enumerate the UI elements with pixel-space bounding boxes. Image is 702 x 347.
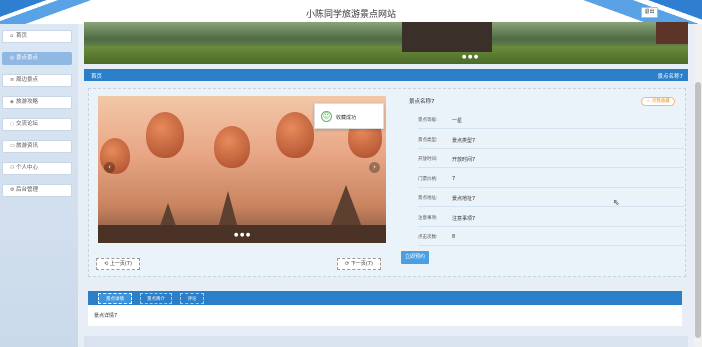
info-value: 开放时间7 <box>452 157 476 163</box>
info-row: 景点类型: 景点类型7 <box>418 132 684 149</box>
sidebar-item-1[interactable]: ◎ 景点景点 <box>2 52 72 65</box>
info-row: 开放时间: 开放时间7 <box>418 151 684 168</box>
sidebar-item-label: 景点景点 <box>16 55 39 61</box>
sidebar-item-label: 周边景点 <box>16 77 39 83</box>
info-value: 7 <box>452 175 456 182</box>
sidebar-item-label: 个人中心 <box>16 165 39 171</box>
info-label: 景点类型: <box>418 137 438 143</box>
info-row: 注意事项: 注意事项7 <box>418 210 684 227</box>
carousel-pager[interactable]: ● ● ● <box>234 232 250 238</box>
info-value: 景点地址7 <box>452 196 476 202</box>
smile-icon: ☺ <box>321 111 332 122</box>
carousel-prev-arrow-icon[interactable]: ‹ <box>104 162 115 173</box>
logout-button[interactable]: 退出 <box>641 7 658 18</box>
sidebar-item-label: 后台管理 <box>16 187 39 193</box>
scrollbar-thumb[interactable] <box>695 82 701 338</box>
breadcrumb: 首页 景点名称7 <box>84 69 688 81</box>
footer <box>84 336 688 347</box>
info-label: 景点地址: <box>418 196 438 201</box>
sidebar-item-7[interactable]: ⚙ 后台管理 <box>2 184 72 197</box>
scrollbar[interactable] <box>694 24 702 347</box>
info-label: 注意事项: <box>418 215 438 221</box>
site-title: 小陈同学旅游景点网站 <box>305 10 396 20</box>
sidebar-item-label: 交流论坛 <box>16 121 39 127</box>
sidebar-item-5[interactable]: ▭旅游资讯 <box>2 140 72 153</box>
tab-1[interactable]: 景点简介 <box>140 293 172 304</box>
info-label: 门票价格: <box>418 176 438 182</box>
top-header: 小陈同学旅游景点网站 退出 <box>0 0 702 24</box>
sidebar-item-label: 首页 <box>16 33 28 39</box>
detail-tabs: 景点详情 景点简介 评论 景点详情7 <box>88 291 682 326</box>
info-label: 景点等级: <box>418 118 438 123</box>
breadcrumb-home[interactable]: 首页 <box>91 72 102 80</box>
book-now-button[interactable]: 立即预约 <box>401 251 429 264</box>
success-toast: ☺ 收藏成功 <box>314 103 384 129</box>
sidebar-item-6[interactable]: ⚇ 个人中心 <box>2 162 72 175</box>
info-value: 8 <box>452 234 456 240</box>
mouse-cursor-icon: ⇖ <box>613 198 620 207</box>
sidebar-item-2[interactable]: ≡ 周边景点 <box>2 74 72 87</box>
info-value: 一星 <box>452 118 463 124</box>
next-page-button[interactable]: ⟳ 下一页(7) <box>337 258 381 270</box>
banner-image: ● ● ● <box>84 22 688 64</box>
info-label: 开放时间: <box>418 157 438 162</box>
sidebar-item-4[interactable]: ◌ 交流论坛 <box>2 118 72 131</box>
tab-0[interactable]: 景点详情 <box>98 293 132 304</box>
banner-pager[interactable]: ● ● ● <box>462 54 478 60</box>
breadcrumb-current: 景点名称7 <box>657 74 684 80</box>
info-value: 景点类型7 <box>452 137 476 144</box>
toast-message: 收藏成功 <box>336 115 357 121</box>
scenic-title: 景点名称7 <box>409 99 435 105</box>
collect-button[interactable]: ☆ 点我收藏 <box>641 97 675 106</box>
carousel-next-arrow-icon[interactable]: › <box>369 162 380 173</box>
info-row: 景点等级: 一星 <box>418 112 684 129</box>
sidebar-item-0[interactable]: ⌂ 首页 <box>2 30 72 43</box>
prev-page-button[interactable]: ⟲ 上一页(7) <box>96 258 140 270</box>
sidebar-item-3[interactable]: ◈ 旅游攻略 <box>2 96 72 109</box>
info-row: 门票价格: 7 <box>418 171 684 188</box>
sidebar-item-label: 旅游攻略 <box>16 99 39 105</box>
info-row: 点击次数: 8 <box>418 229 684 246</box>
info-row: 景点地址: 景点地址7 <box>418 190 684 207</box>
tab-2[interactable]: 评论 <box>180 293 204 304</box>
info-value: 注意事项7 <box>452 215 476 222</box>
tab-content: 景点详情7 <box>94 313 118 319</box>
info-label: 点击次数: <box>418 235 438 240</box>
sidebar-item-label: 旅游资讯 <box>16 143 39 149</box>
